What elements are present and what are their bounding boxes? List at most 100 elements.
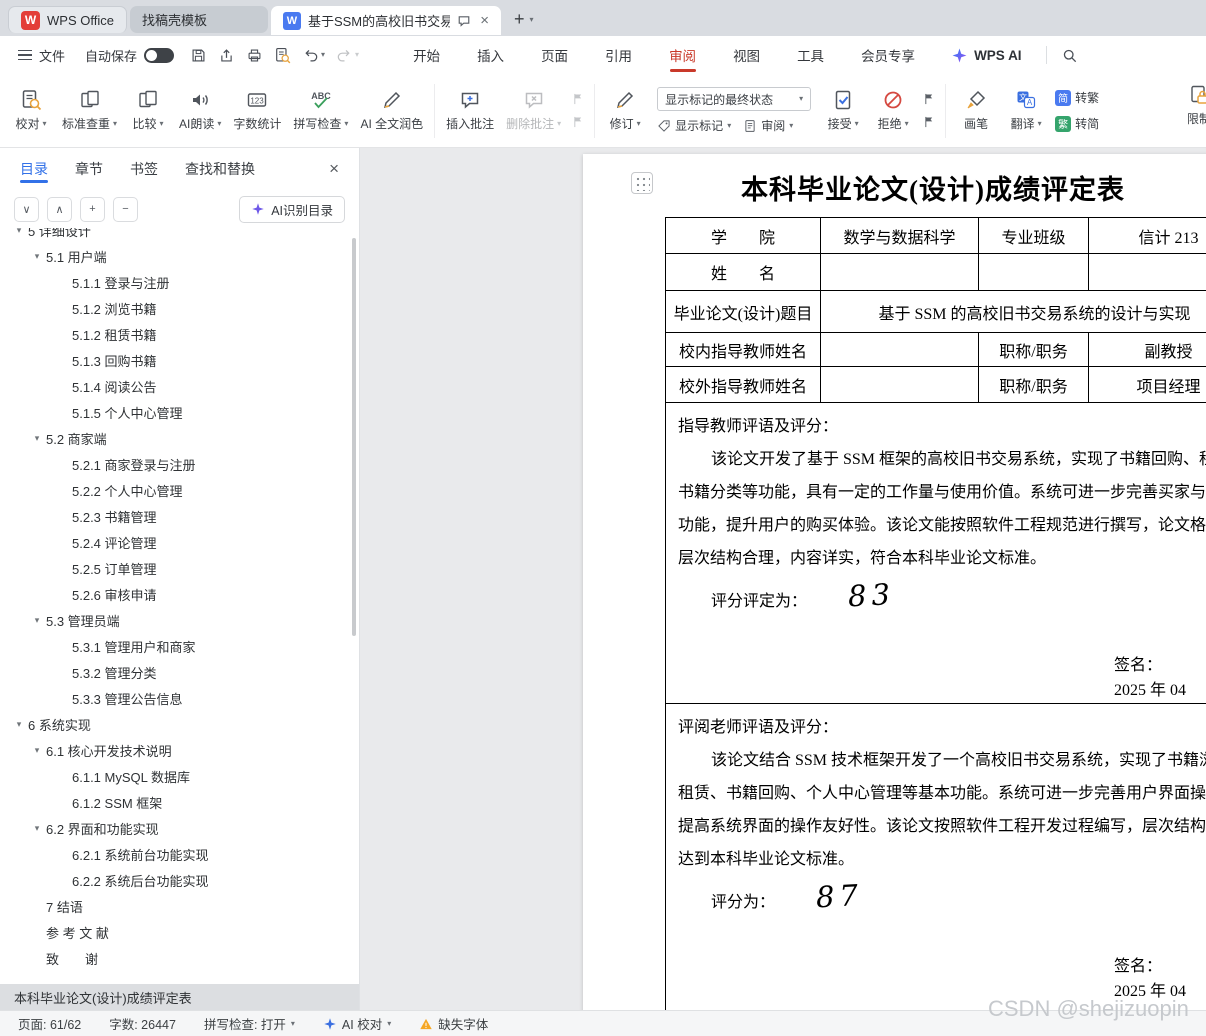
outline-item[interactable]: ▾ 5.1 用户端 — [0, 243, 359, 269]
proofread-button[interactable]: 校对▾ — [6, 84, 56, 137]
zoom-in-outline-button[interactable]: + — [80, 197, 105, 222]
page-indicator[interactable]: 页面: 61/62 — [18, 1014, 81, 1033]
plagiarism-check-button[interactable]: 标准查重▾ — [56, 84, 123, 137]
next-comment-button[interactable] — [571, 115, 585, 129]
new-tab-button[interactable]: + ▾ — [504, 9, 544, 30]
delete-comment-button[interactable]: 删除批注▾ — [500, 84, 567, 137]
outline-item[interactable]: ▾ 5.2.5 订单管理 — [0, 555, 359, 581]
close-tab-icon[interactable]: × — [480, 12, 489, 29]
document-tab[interactable]: W 基于SSM的高校旧书交易系统 × — [271, 6, 501, 35]
panel-tab[interactable]: 目录 — [20, 148, 48, 190]
outline-item[interactable]: ▾ 6.2.2 系统后台功能实现 — [0, 867, 359, 893]
search-icon[interactable] — [1061, 47, 1078, 64]
redo-button[interactable]: ▾ — [336, 47, 359, 64]
spellcheck-status[interactable]: 拼写检查: 打开▾ — [204, 1014, 295, 1033]
template-tab[interactable]: 找稿壳模板 — [130, 6, 268, 33]
title-label-cell[interactable]: 职称/职务 — [979, 333, 1089, 367]
name-label-cell[interactable]: 姓 名 — [666, 254, 821, 291]
ai-recognize-button[interactable]: AI识别目录 — [239, 196, 345, 223]
file-menu-button[interactable]: 文件 — [12, 42, 71, 69]
expander-icon[interactable]: ▾ — [28, 823, 46, 834]
empty-cell[interactable] — [979, 254, 1089, 291]
menu-tab[interactable]: 开始 — [411, 35, 442, 75]
expander-icon[interactable]: ▾ — [28, 615, 46, 626]
ai-proofread-status[interactable]: AI 校对▾ — [323, 1014, 391, 1033]
outline-item[interactable]: ▾ 6.2 界面和功能实现 — [0, 815, 359, 841]
outline-item[interactable]: ▾ 5.3.3 管理公告信息 — [0, 685, 359, 711]
outline-item[interactable]: ▾ 6.1.1 MySQL 数据库 — [0, 763, 359, 789]
college-label-cell[interactable]: 学 院 — [666, 218, 821, 254]
menu-tab[interactable]: 页面 — [539, 35, 570, 75]
outline-item[interactable]: ▾ 5.1.2 浏览书籍 — [0, 295, 359, 321]
document-page[interactable]: 本科毕业论文(设计)成绩评定表 学 院 数学与数据科学 专业班级 信计 213 … — [583, 154, 1206, 1010]
accept-button[interactable]: 接受▾ — [818, 84, 868, 137]
outline-item[interactable]: ▾ 7 结语 — [0, 893, 359, 919]
collapse-all-button[interactable]: ∨ — [14, 197, 39, 222]
menu-tab[interactable]: 审阅 — [667, 35, 698, 75]
compare-button[interactable]: 比较▾ — [123, 84, 173, 137]
advisor-comment-cell[interactable]: 指导教师评语及评分： 该论文开发了基于 SSM 框架的高校旧书交易系统，实现了书… — [666, 403, 1206, 703]
highlighter-button[interactable]: 画笔 — [951, 84, 1001, 137]
word-count-indicator[interactable]: 字数: 26447 — [109, 1014, 176, 1033]
markup-state-select[interactable]: 显示标记的最终状态▾ — [657, 87, 811, 111]
outline-item[interactable]: ▾ 参 考 文 献 — [0, 919, 359, 945]
simplified-to-traditional-button[interactable]: 简 转繁 — [1055, 89, 1099, 106]
export-button[interactable] — [218, 47, 235, 64]
print-preview-button[interactable] — [274, 47, 291, 64]
previous-change-button[interactable] — [922, 92, 936, 106]
outline-item[interactable]: ▾ 6.1.2 SSM 框架 — [0, 789, 359, 815]
outline-item[interactable]: ▾ 5.2.4 评论管理 — [0, 529, 359, 555]
close-panel-icon[interactable]: × — [329, 159, 339, 179]
menu-tab[interactable]: 工具 — [795, 35, 826, 75]
autosave-toggle[interactable] — [144, 48, 174, 63]
empty-cell[interactable] — [1089, 254, 1206, 291]
outline-item[interactable]: ▾ 5.1.5 个人中心管理 — [0, 399, 359, 425]
show-markup-button[interactable]: 显示标记▾ — [657, 117, 731, 134]
outline-item[interactable]: ▾ 5.1.4 阅读公告 — [0, 373, 359, 399]
autosave-control[interactable]: 自动保存 — [85, 46, 174, 65]
panel-tab[interactable]: 书签 — [130, 148, 158, 190]
reject-button[interactable]: 拒绝▾ — [868, 84, 918, 137]
menu-tab[interactable]: 插入 — [475, 35, 506, 75]
expander-icon[interactable]: ▾ — [10, 719, 28, 730]
outline-item[interactable]: ▾ 6.1 核心开发技术说明 — [0, 737, 359, 763]
expand-all-button[interactable]: ∧ — [47, 197, 72, 222]
empty-cell[interactable] — [821, 254, 979, 291]
wps-home-tab[interactable]: W WPS Office — [8, 6, 127, 33]
review-mode-button[interactable]: 审阅▾ — [743, 117, 793, 134]
menu-tab[interactable]: 视图 — [731, 35, 762, 75]
class-value-cell[interactable]: 信计 213 — [1089, 218, 1206, 254]
menu-tab[interactable]: 引用 — [603, 35, 634, 75]
next-change-button[interactable] — [922, 115, 936, 129]
translate-button[interactable]: 翻译▾ — [1001, 84, 1051, 137]
outline-item[interactable]: ▾ 本科毕业论文(设计)成绩评定表 — [0, 984, 359, 1010]
college-value-cell[interactable]: 数学与数据科学 — [821, 218, 979, 254]
document-canvas[interactable]: 本科毕业论文(设计)成绩评定表 学 院 数学与数据科学 专业班级 信计 213 … — [360, 148, 1206, 1010]
wps-ai-button[interactable]: WPS AI — [951, 47, 1022, 64]
panel-tab[interactable]: 查找和替换 — [185, 148, 255, 190]
title-label-cell[interactable]: 职称/职务 — [979, 367, 1089, 403]
outline-item[interactable]: ▾ 5.1.1 登录与注册 — [0, 269, 359, 295]
expander-icon[interactable]: ▾ — [10, 228, 28, 236]
ai-polish-button[interactable]: AI 全文润色 — [354, 84, 429, 137]
external-advisor-label-cell[interactable]: 校外指导教师姓名 — [666, 367, 821, 403]
outline-item[interactable]: ▾ 5 详细设计 — [0, 228, 359, 243]
empty-cell[interactable] — [821, 367, 979, 403]
outline-item[interactable]: ▾ 5.3 管理员端 — [0, 607, 359, 633]
panel-scrollbar[interactable] — [352, 238, 356, 636]
undo-button[interactable]: ▾ — [302, 47, 325, 64]
class-label-cell[interactable]: 专业班级 — [979, 218, 1089, 254]
outline-item[interactable]: ▾ 5.2.6 审核申请 — [0, 581, 359, 607]
reviewer-comment-cell[interactable]: 评阅老师评语及评分： 该论文结合 SSM 技术框架开发了一个高校旧书交易系统，实… — [666, 704, 1206, 1010]
outline-item[interactable]: ▾ 6 系统实现 — [0, 711, 359, 737]
word-count-button[interactable]: 字数统计 — [227, 84, 287, 137]
traditional-to-simplified-button[interactable]: 繁 转简 — [1055, 115, 1099, 132]
outline-item[interactable]: ▾ 6.2.1 系统前台功能实现 — [0, 841, 359, 867]
internal-advisor-label-cell[interactable]: 校内指导教师姓名 — [666, 333, 821, 367]
table-move-handle[interactable] — [631, 172, 653, 194]
ai-read-button[interactable]: AI朗读▾ — [173, 84, 227, 137]
outline-item[interactable]: ▾ 5.2.2 个人中心管理 — [0, 477, 359, 503]
expander-icon[interactable]: ▾ — [28, 251, 46, 262]
title-value-cell[interactable]: 项目经理 — [1089, 367, 1206, 403]
topic-label-cell[interactable]: 毕业论文(设计)题目 — [666, 291, 821, 333]
